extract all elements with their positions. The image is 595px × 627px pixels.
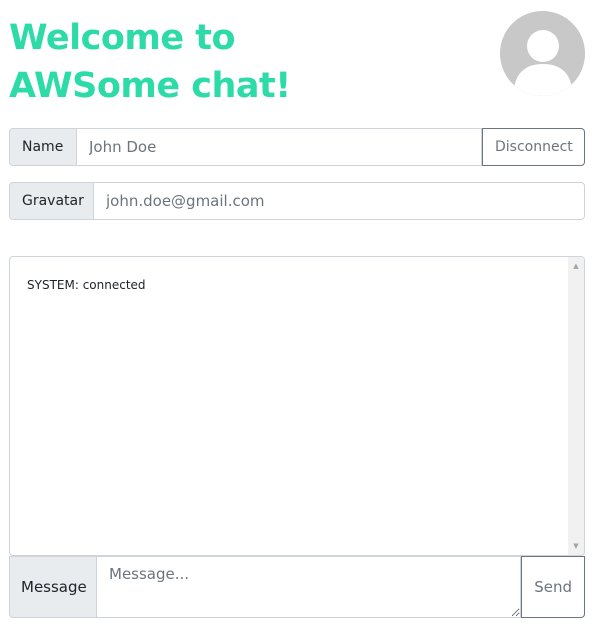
- default-user-avatar-icon: [500, 11, 585, 96]
- gravatar-input-group: Gravatar: [9, 182, 585, 220]
- gravatar-label: Gravatar: [9, 182, 94, 220]
- chat-log[interactable]: SYSTEM: connected ▲ ▼: [9, 256, 585, 556]
- page-title-line1: Welcome to: [9, 18, 236, 58]
- chat-log-scrollbar[interactable]: ▲ ▼: [568, 257, 584, 555]
- gravatar-input[interactable]: [94, 182, 585, 220]
- send-button[interactable]: Send: [521, 556, 585, 618]
- avatar: [500, 11, 585, 96]
- name-label: Name: [9, 128, 77, 166]
- message-input[interactable]: [97, 556, 522, 618]
- chat-log-line: SYSTEM: connected: [27, 278, 146, 292]
- name-input-group: Name Disconnect: [9, 128, 585, 166]
- message-input-group: Message Send: [9, 556, 585, 618]
- page-title: Welcome to AWSome chat!: [9, 14, 291, 110]
- page-title-line2: AWSome chat!: [9, 66, 291, 106]
- disconnect-button[interactable]: Disconnect: [482, 128, 585, 166]
- name-input[interactable]: [77, 128, 482, 166]
- scroll-up-icon[interactable]: ▲: [568, 259, 584, 273]
- message-label: Message: [9, 556, 97, 618]
- scroll-down-icon[interactable]: ▼: [568, 539, 584, 553]
